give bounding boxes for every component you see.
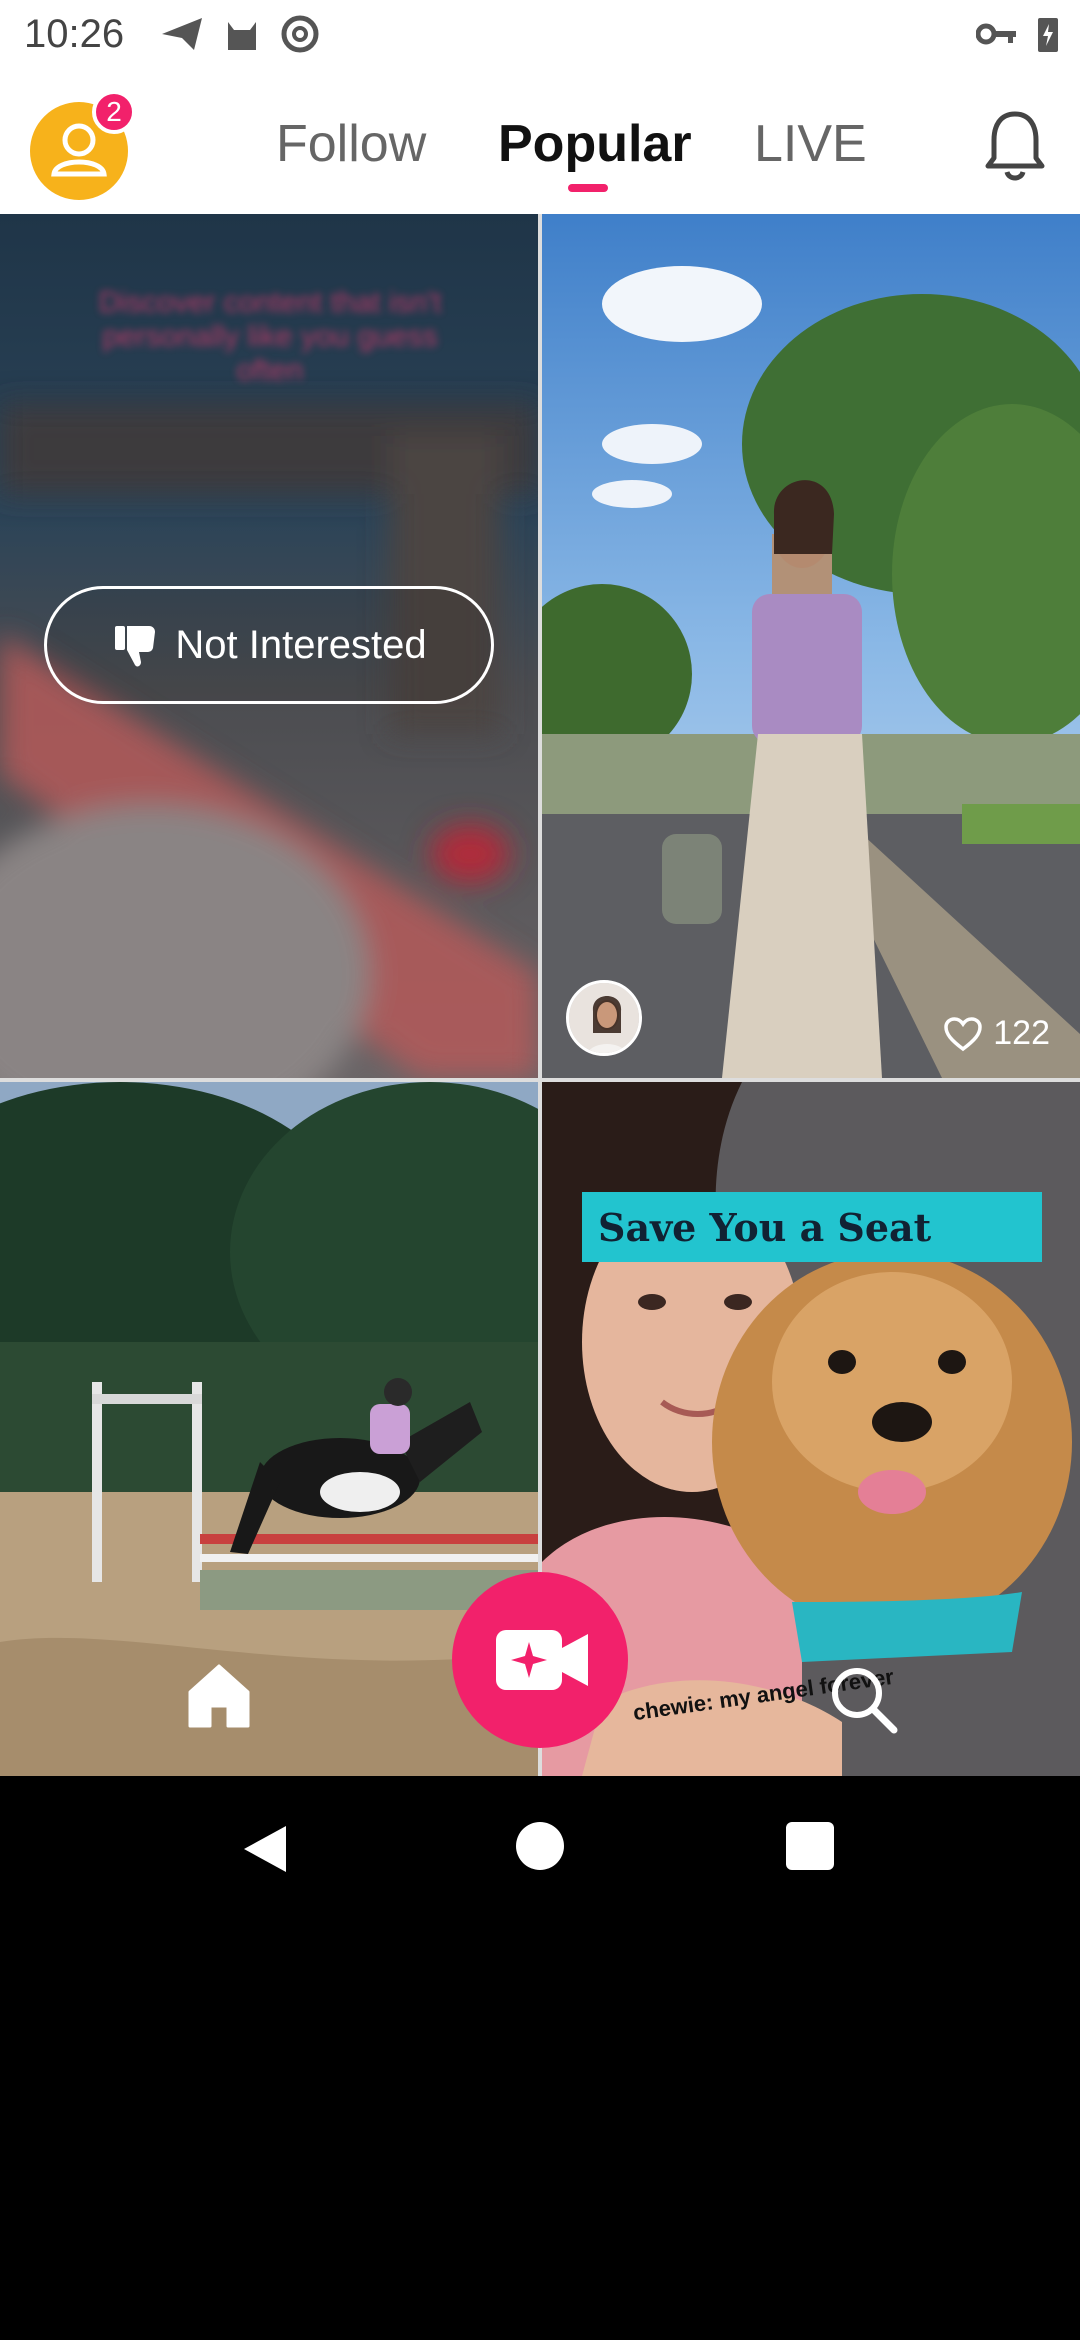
record-video-button[interactable] [452,1572,628,1748]
like-count[interactable]: 122 [943,1014,1050,1053]
key-icon [976,23,1016,45]
system-navigation-bar [0,1776,1080,1918]
status-time: 10:26 [24,12,125,56]
tab-follow[interactable]: Follow [276,114,426,174]
status-notification-icons [160,14,320,54]
recents-square-icon[interactable] [786,1822,834,1870]
top-app-bar: 2 Follow Popular LIVE [0,72,1080,214]
status-bar: 10:26 [0,0,1080,72]
home-circle-icon[interactable] [516,1822,564,1870]
profile-notification-badge: 2 [92,90,136,134]
battery-charging-icon [1038,18,1058,52]
notifications-button[interactable] [980,104,1050,184]
home-button[interactable] [184,1660,254,1730]
video-thumbnail [542,214,1080,1078]
not-interested-label: Not Interested [175,622,427,667]
not-interested-button[interactable]: Not Interested [44,586,494,704]
heart-outline-icon [944,1016,983,1051]
tab-popular[interactable]: Popular [498,114,692,174]
feed-item-video[interactable]: 122 [542,214,1080,1078]
feed-item-hidden[interactable]: Discover content that isn't personally l… [0,214,538,1078]
search-icon [832,1668,898,1734]
creator-avatar[interactable] [566,980,642,1056]
status-system-icons [976,14,1060,54]
back-triangle-icon[interactable] [240,1822,290,1876]
active-tab-indicator [568,184,608,192]
thumbs-down-icon [115,626,156,667]
cat-icon [228,22,256,50]
like-count-value: 122 [993,1014,1050,1052]
video-banner-text: Save You a Seat [582,1192,1042,1262]
search-button[interactable] [826,1662,900,1736]
video-camera-icon [496,1630,588,1690]
home-icon [188,1664,250,1728]
bell-icon [985,111,1045,181]
send-icon [162,18,202,50]
video-feed-grid: Discover content that isn't personally l… [0,214,1080,1776]
blurred-caption: Discover content that isn't personally l… [98,286,442,387]
at-sign-icon [281,15,319,53]
tab-live[interactable]: LIVE [754,114,867,174]
